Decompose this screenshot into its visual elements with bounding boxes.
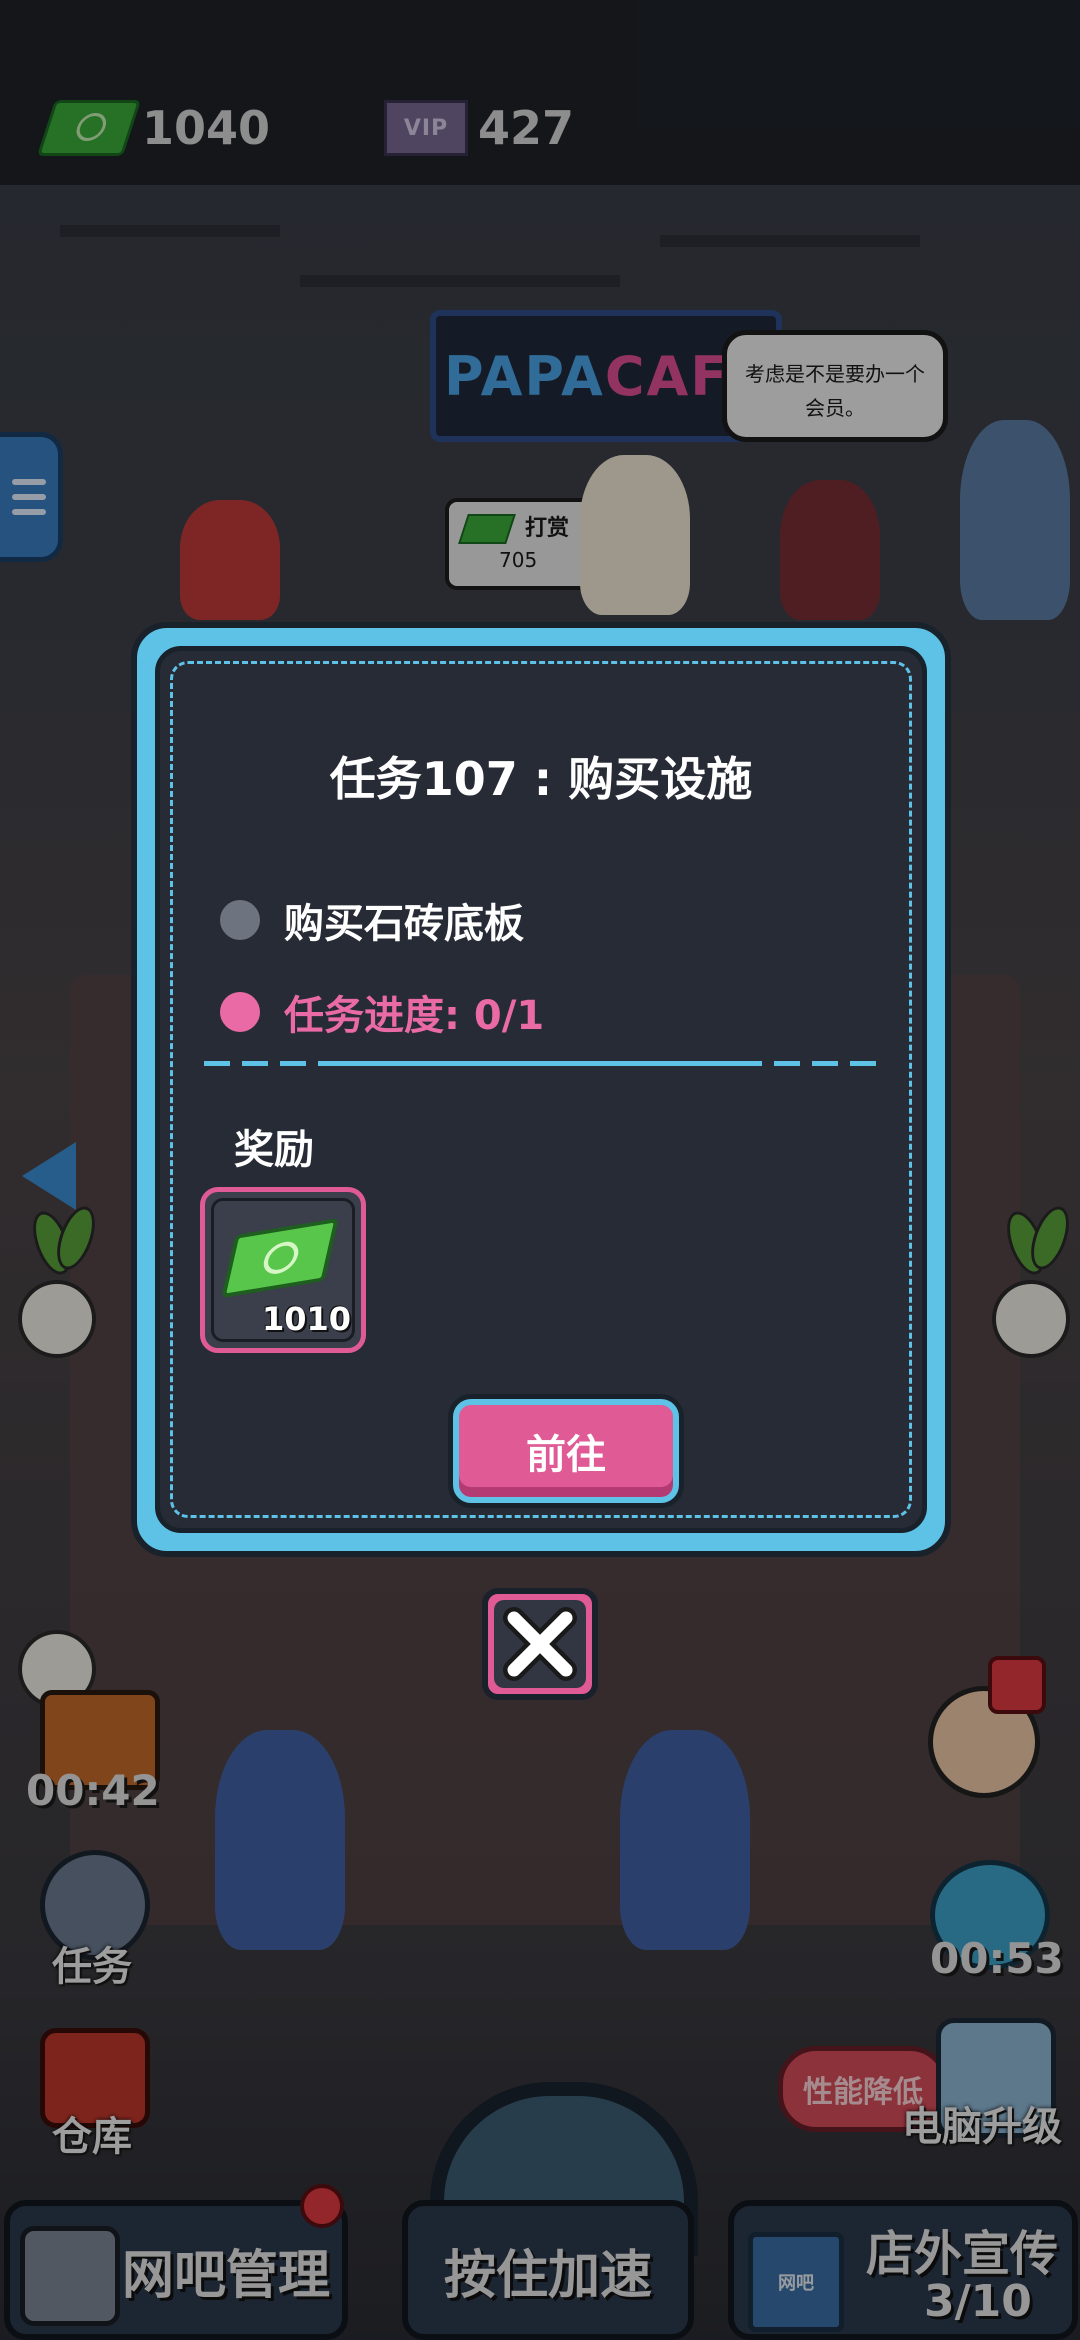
reward-label: 奖励 xyxy=(234,1127,314,1173)
task-progress-text: 任务进度: 0/1 xyxy=(284,993,545,1039)
close-dialog-button[interactable] xyxy=(482,1588,598,1700)
mission-dialog: 任务107 : 购买设施 购买石砖底板 任务进度: 0/1 奖励 1010 前往 xyxy=(131,622,951,1557)
task-item-row: 购买石砖底板 xyxy=(220,891,524,949)
close-icon xyxy=(503,1607,577,1681)
mission-title: 任务107 : 购买设施 xyxy=(329,752,753,806)
task-progress-row: 任务进度: 0/1 xyxy=(220,983,544,1041)
reward-amount: 1010 xyxy=(261,1300,351,1338)
reward-item-cash: 1010 xyxy=(200,1187,366,1353)
task-bullet-icon xyxy=(220,900,260,940)
progress-bullet-icon xyxy=(220,992,260,1032)
go-button[interactable]: 前往 xyxy=(453,1399,679,1503)
dialog-divider xyxy=(204,1061,878,1066)
task-item-text: 购买石砖底板 xyxy=(284,901,524,947)
mission-dialog-panel: 任务107 : 购买设施 购买石砖底板 任务进度: 0/1 奖励 1010 前往 xyxy=(155,646,927,1533)
